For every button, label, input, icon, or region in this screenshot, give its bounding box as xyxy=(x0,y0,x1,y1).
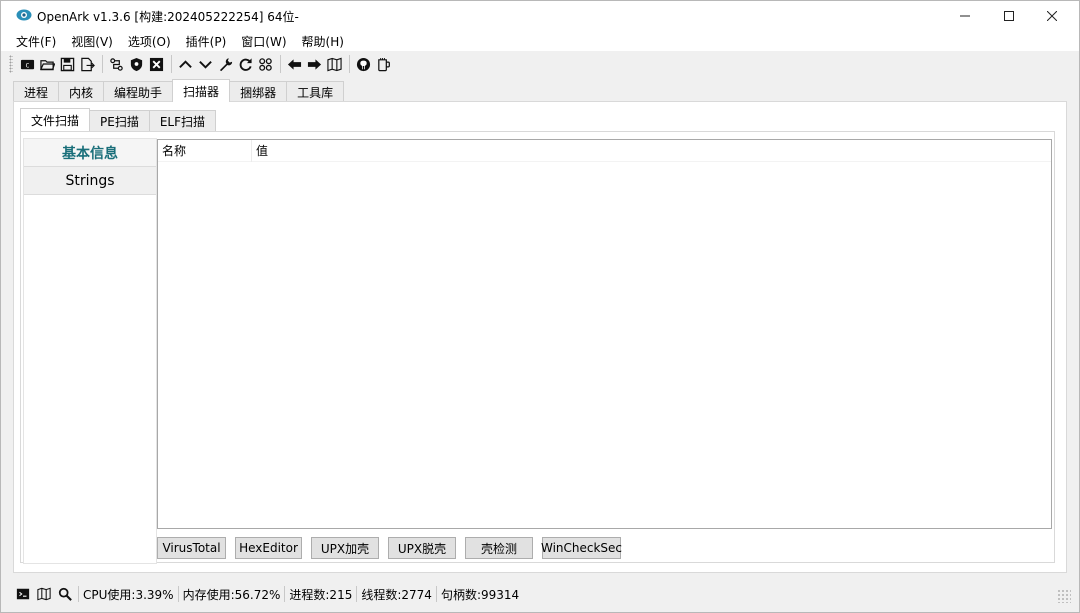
openark-logo-icon xyxy=(16,9,32,21)
kill-icon[interactable] xyxy=(147,54,166,74)
toolbar-separator xyxy=(349,55,350,73)
hexeditor-button[interactable]: HexEditor xyxy=(235,537,302,559)
menu-bar: 文件(F) 视图(V) 选项(O) 插件(P) 窗口(W) 帮助(H) xyxy=(1,31,1079,51)
tab-file-scan[interactable]: 文件扫描 xyxy=(20,108,91,131)
toolbar-separator xyxy=(171,55,172,73)
app-window: OpenArk v1.3.6 [构建:202405222254] 64位- 文件… xyxy=(0,0,1080,613)
up-arrow-icon[interactable] xyxy=(176,54,195,74)
tab-scanner[interactable]: 扫描器 xyxy=(172,79,231,102)
packer-detect-button[interactable]: 壳检测 xyxy=(465,537,533,559)
open-folder-icon[interactable] xyxy=(38,54,57,74)
side-item-basic-info[interactable]: 基本信息 xyxy=(24,139,156,167)
mug-icon[interactable] xyxy=(374,54,393,74)
back-arrow-icon[interactable] xyxy=(285,54,304,74)
toolbar-separator xyxy=(280,55,281,73)
tab-toolkit[interactable]: 工具库 xyxy=(286,81,345,102)
tab-pe-scan[interactable]: PE扫描 xyxy=(89,110,150,131)
menu-view[interactable]: 视图(V) xyxy=(66,33,118,50)
export-icon[interactable] xyxy=(78,54,97,74)
menu-file[interactable]: 文件(F) xyxy=(11,33,61,50)
menu-plugins[interactable]: 插件(P) xyxy=(181,33,232,50)
memory-usage: 内存使用:56.72% xyxy=(177,586,285,602)
scanner-panel: 文件扫描 PE扫描 ELF扫描 基本信息 Strings 名称 值 VirusT… xyxy=(13,101,1067,573)
tab-bundler[interactable]: 捆绑器 xyxy=(229,81,288,102)
map-icon[interactable] xyxy=(325,54,344,74)
shield-icon[interactable] xyxy=(127,54,146,74)
title-bar: OpenArk v1.3.6 [构建:202405222254] 64位- xyxy=(1,1,1079,31)
menu-help[interactable]: 帮助(H) xyxy=(297,33,349,50)
refresh-icon[interactable] xyxy=(236,54,255,74)
close-button[interactable] xyxy=(1029,1,1075,31)
upx-pack-button[interactable]: UPX加壳 xyxy=(311,537,379,559)
maximize-button[interactable] xyxy=(986,1,1032,31)
tab-coder-assistant[interactable]: 编程助手 xyxy=(103,81,174,102)
github-icon[interactable] xyxy=(354,54,373,74)
info-side-list: 基本信息 Strings xyxy=(23,138,157,564)
map-icon[interactable] xyxy=(36,586,52,602)
console-icon[interactable] xyxy=(15,586,31,602)
sub-tab-bar: 文件扫描 PE扫描 ELF扫描 xyxy=(20,108,217,131)
menu-window[interactable]: 窗口(W) xyxy=(236,33,291,50)
window-title: OpenArk v1.3.6 [构建:202405222254] 64位- xyxy=(37,10,299,24)
upx-unpack-button[interactable]: UPX脱壳 xyxy=(388,537,456,559)
column-header-value[interactable]: 值 xyxy=(252,140,372,162)
tab-kernel[interactable]: 内核 xyxy=(58,81,105,102)
forward-arrow-icon[interactable] xyxy=(305,54,324,74)
info-table[interactable]: 名称 值 xyxy=(157,139,1052,529)
file-scan-panel: 基本信息 Strings 名称 值 VirusTotal HexEditor U… xyxy=(20,131,1055,564)
cpu-usage: CPU使用:3.39% xyxy=(78,586,178,602)
thread-count: 线程数:2774 xyxy=(356,586,436,602)
side-item-strings[interactable]: Strings xyxy=(24,167,156,195)
svg-text:C: C xyxy=(26,61,30,69)
menu-options[interactable]: 选项(O) xyxy=(123,33,176,50)
main-tab-bar: 进程 内核 编程助手 扫描器 捆绑器 工具库 xyxy=(13,79,345,102)
save-icon[interactable] xyxy=(58,54,77,74)
toolbar: C xyxy=(1,51,1079,77)
search-icon[interactable] xyxy=(57,586,73,602)
grid-icon[interactable] xyxy=(256,54,275,74)
column-header-name[interactable]: 名称 xyxy=(158,139,252,162)
status-bar: CPU使用:3.39% 内存使用:56.72% 进程数:215 线程数:2774… xyxy=(1,581,1079,607)
toolbar-separator xyxy=(102,55,103,73)
process-icon[interactable] xyxy=(107,54,126,74)
resize-grip[interactable] xyxy=(1057,589,1071,603)
handle-count: 句柄数:99314 xyxy=(435,586,523,602)
minimize-button[interactable] xyxy=(942,1,988,31)
table-header: 名称 值 xyxy=(158,139,1051,162)
virustotal-button[interactable]: VirusTotal xyxy=(157,537,226,559)
wincheckspec-button[interactable]: WinCheckSec xyxy=(541,537,622,559)
action-button-row: VirusTotal HexEditor UPX加壳 UPX脱壳 壳检测 Win… xyxy=(157,536,630,560)
tab-process[interactable]: 进程 xyxy=(13,81,60,102)
process-count: 进程数:215 xyxy=(284,586,356,602)
tab-elf-scan[interactable]: ELF扫描 xyxy=(148,110,217,131)
down-arrow-icon[interactable] xyxy=(196,54,215,74)
toolbar-grip[interactable] xyxy=(9,55,13,73)
wrench-icon[interactable] xyxy=(216,54,235,74)
console-icon[interactable]: C xyxy=(18,54,37,74)
